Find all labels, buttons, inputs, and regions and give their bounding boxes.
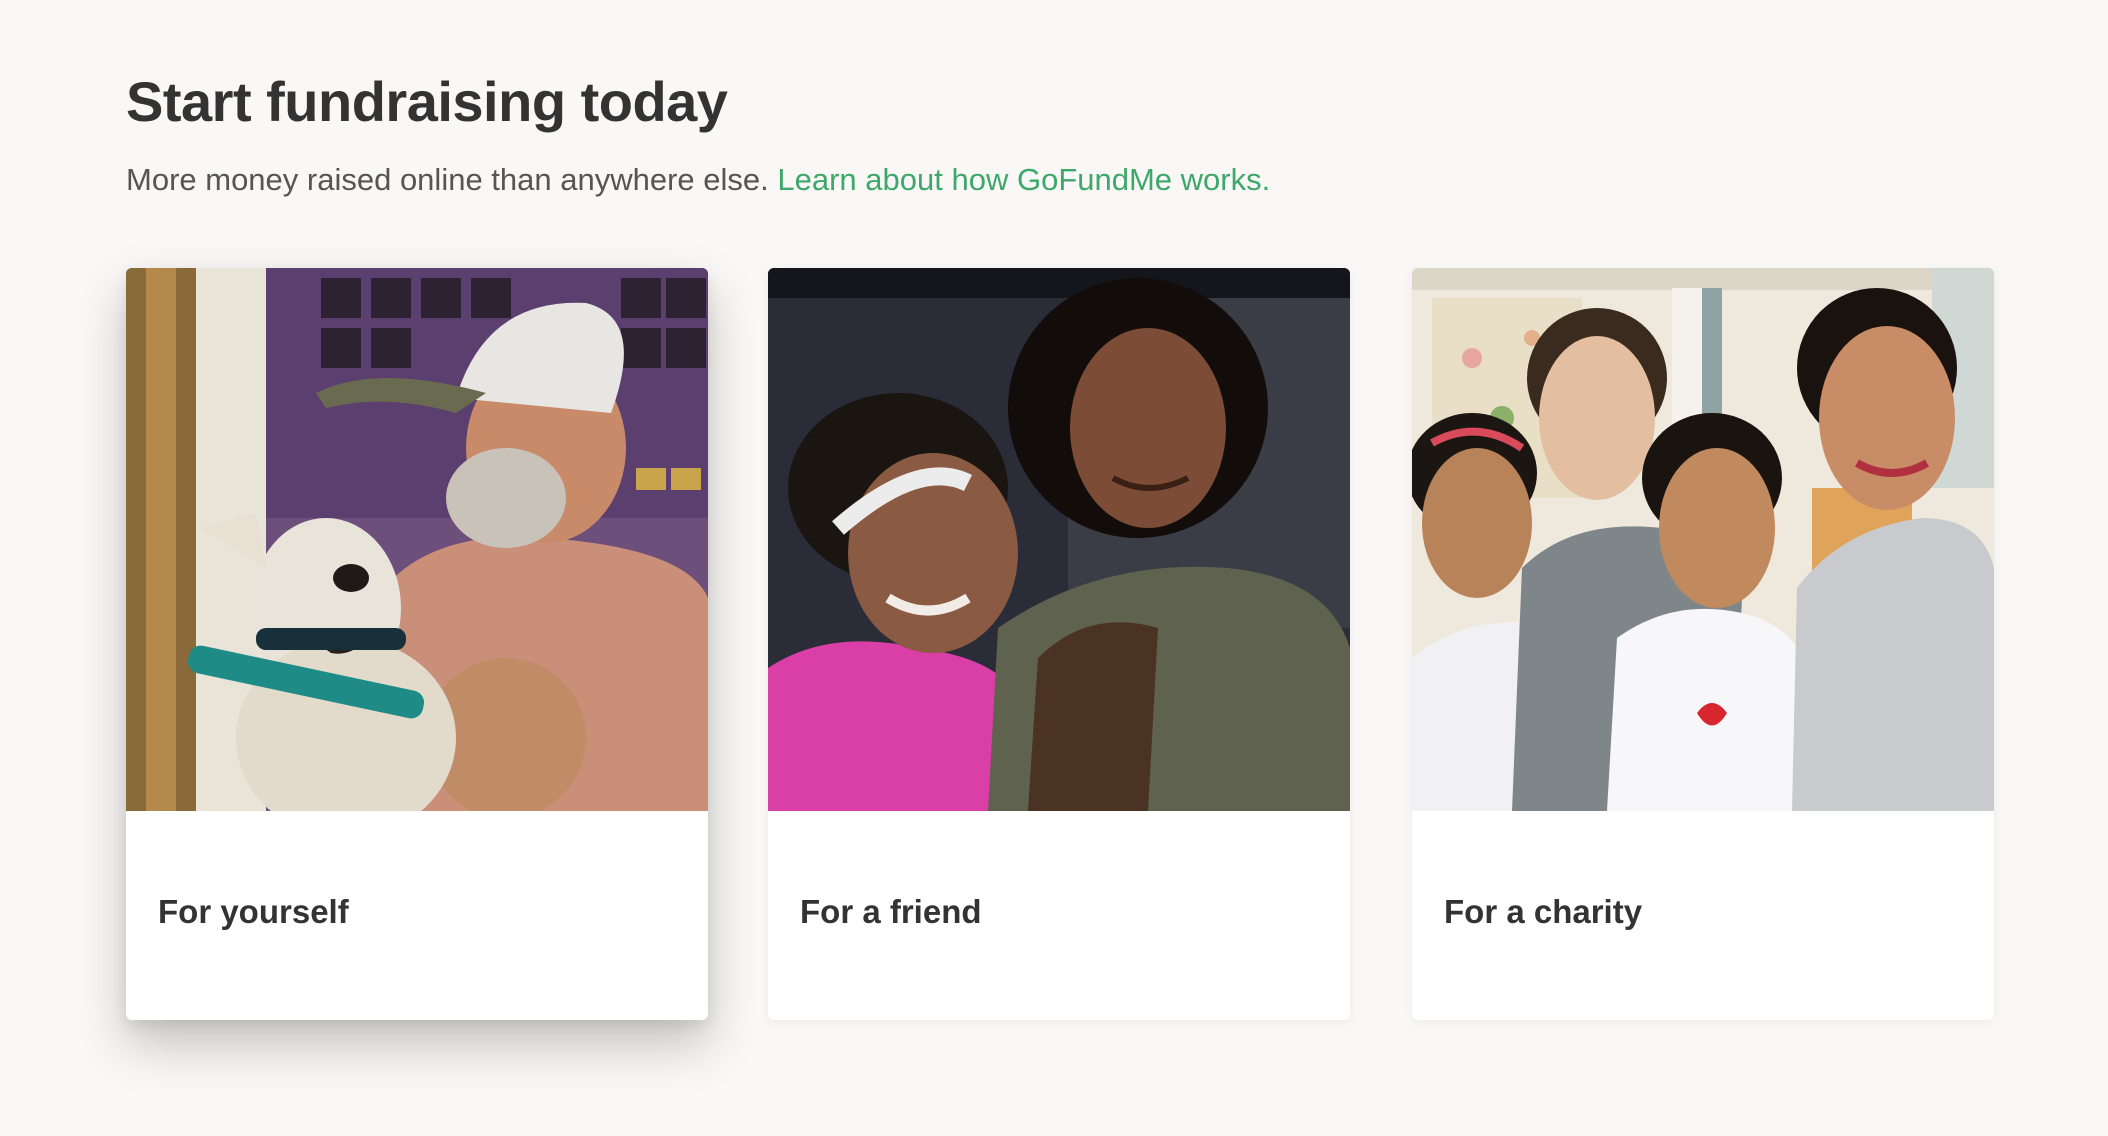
- subtitle-text: More money raised online than anywhere e…: [126, 162, 769, 197]
- card-for-a-friend[interactable]: For a friend: [768, 268, 1350, 1020]
- card-for-a-charity[interactable]: For a charity: [1412, 268, 1994, 1020]
- card-label: For a charity: [1444, 893, 1643, 930]
- page-title: Start fundraising today: [126, 70, 728, 133]
- man-with-dog-photo: [126, 268, 708, 811]
- card-label: For a friend: [800, 893, 982, 930]
- women-and-girls-group-photo: [1412, 268, 1994, 811]
- how-it-works-link[interactable]: Learn about how GoFundMe works.: [777, 162, 1270, 197]
- subtitle: More money raised online than anywhere e…: [126, 158, 1270, 202]
- two-women-hugging-photo: [768, 268, 1350, 811]
- card-for-yourself[interactable]: For yourself: [126, 268, 708, 1020]
- fundraising-section: Start fundraising today More money raise…: [0, 0, 2108, 1136]
- card-label: For yourself: [158, 893, 349, 930]
